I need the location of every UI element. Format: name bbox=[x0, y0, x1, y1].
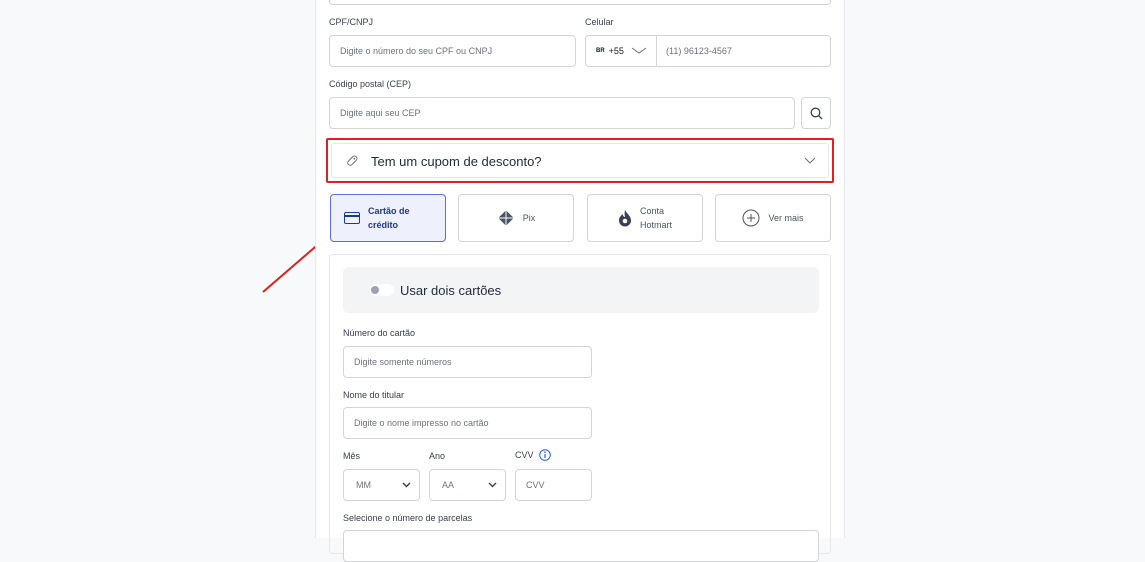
coupon-label: Tem um cupom de desconto? bbox=[371, 154, 542, 169]
hotmart-label-line2: Hotmart bbox=[639, 220, 672, 230]
holder-name-input[interactable]: Digite o nome impresso no cartão bbox=[343, 407, 592, 439]
cpf-input[interactable]: Digite o número do seu CPF ou CNPJ bbox=[329, 35, 576, 67]
pix-label: Pix bbox=[522, 213, 536, 223]
two-cards-label: Usar dois cartões bbox=[400, 283, 502, 298]
phone-label: Celular bbox=[585, 17, 614, 27]
credit-card-label: Cartão de crédito bbox=[368, 204, 410, 232]
phone-input[interactable]: (11) 96123-4567 bbox=[657, 46, 732, 56]
cep-search-button[interactable] bbox=[801, 97, 831, 129]
hotmart-flame-icon bbox=[618, 210, 631, 227]
year-value: AA bbox=[442, 480, 455, 490]
plus-circle-icon bbox=[742, 209, 760, 227]
card-number-label: Número do cartão bbox=[343, 328, 416, 338]
two-cards-box: Usar dois cartões bbox=[343, 267, 819, 313]
hotmart-label: Conta Hotmart bbox=[640, 204, 672, 232]
payment-method-credit-card[interactable]: Cartão de crédito bbox=[330, 194, 446, 242]
month-value: MM bbox=[356, 480, 371, 490]
cvv-label: CVV bbox=[515, 450, 534, 460]
credit-card-icon bbox=[344, 212, 360, 224]
more-methods-label: Ver mais bbox=[768, 213, 804, 223]
cvv-input[interactable]: CVV bbox=[515, 469, 592, 501]
chevron-down-icon bbox=[488, 482, 497, 488]
installments-select[interactable] bbox=[343, 530, 819, 562]
holder-name-placeholder: Digite o nome impresso no cartão bbox=[354, 418, 489, 428]
coupon-toggle[interactable]: Tem um cupom de desconto? bbox=[326, 138, 834, 183]
cep-placeholder: Digite aqui seu CEP bbox=[340, 108, 421, 118]
country-code-select[interactable]: BR +55 bbox=[586, 36, 657, 66]
info-icon[interactable] bbox=[538, 449, 551, 461]
payment-method-pix[interactable]: Pix bbox=[458, 194, 574, 242]
checkout-panel: CPF/CNPJ Digite o número do seu CPF ou C… bbox=[315, 0, 845, 562]
hotmart-label-line1: Conta bbox=[639, 206, 665, 216]
installments-label: Selecione o número de parcelas bbox=[343, 513, 473, 523]
country-badge: BR bbox=[596, 48, 605, 54]
phone-field: BR +55 (11) 96123-4567 bbox=[585, 35, 831, 67]
toggle-knob bbox=[371, 286, 379, 294]
cvv-label-row: CVV bbox=[515, 449, 551, 461]
cep-input[interactable]: Digite aqui seu CEP bbox=[329, 97, 795, 129]
year-select[interactable]: AA bbox=[429, 469, 506, 501]
payment-method-more[interactable]: Ver mais bbox=[715, 194, 831, 242]
pix-icon bbox=[497, 210, 514, 226]
cpf-placeholder: Digite o número do seu CPF ou CNPJ bbox=[340, 46, 493, 56]
card-number-input[interactable]: Digite somente números bbox=[343, 346, 592, 378]
tag-icon bbox=[347, 155, 358, 166]
cpf-label: CPF/CNPJ bbox=[329, 17, 374, 27]
year-label: Ano bbox=[429, 451, 446, 461]
payment-method-hotmart[interactable]: Conta Hotmart bbox=[587, 194, 703, 242]
chevron-down-icon bbox=[631, 47, 647, 54]
credit-card-label-line2: crédito bbox=[368, 220, 399, 230]
two-cards-toggle[interactable] bbox=[370, 284, 394, 296]
search-icon bbox=[810, 107, 822, 119]
cvv-placeholder: CVV bbox=[526, 480, 545, 490]
card-number-placeholder: Digite somente números bbox=[354, 357, 452, 367]
holder-name-label: Nome do titular bbox=[343, 390, 405, 400]
country-code: +55 bbox=[608, 46, 624, 56]
phone-placeholder: (11) 96123-4567 bbox=[666, 46, 732, 56]
month-label: Mês bbox=[343, 451, 361, 461]
chevron-down-icon bbox=[402, 482, 411, 488]
credit-card-label-line1: Cartão de bbox=[368, 206, 410, 216]
month-select[interactable]: MM bbox=[343, 469, 420, 501]
chevron-down-icon bbox=[804, 157, 816, 164]
previous-field bbox=[329, 0, 831, 5]
cep-label: Código postal (CEP) bbox=[329, 79, 412, 89]
